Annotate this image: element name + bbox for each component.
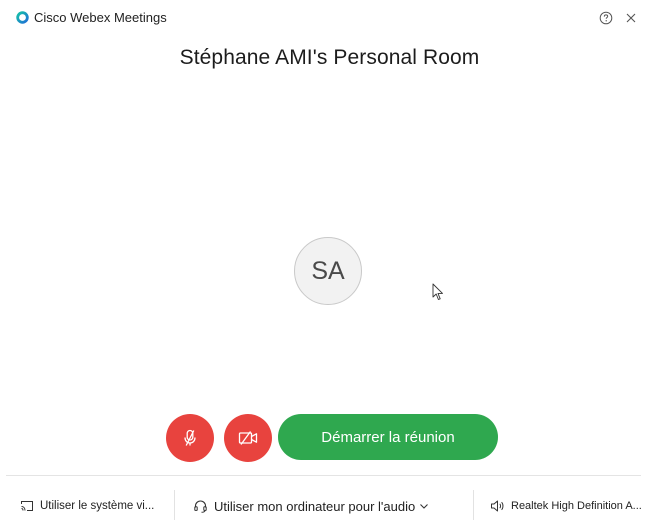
start-meeting-label: Démarrer la réunion bbox=[321, 428, 455, 446]
mouse-pointer-icon bbox=[432, 283, 443, 300]
personal-room-title: Stéphane AMI's Personal Room bbox=[179, 46, 480, 69]
toolbar-separator bbox=[473, 490, 474, 520]
microphone-muted-icon bbox=[184, 429, 196, 446]
headset-icon bbox=[194, 499, 207, 513]
avatar-initials: SA bbox=[311, 256, 345, 285]
help-icon[interactable] bbox=[599, 11, 613, 25]
avatar: SA bbox=[294, 237, 362, 305]
start-meeting-button[interactable]: Démarrer la réunion bbox=[278, 414, 498, 460]
speaker-icon bbox=[491, 500, 504, 512]
video-off-icon bbox=[238, 431, 258, 445]
stop-video-button[interactable] bbox=[224, 414, 272, 462]
speaker-device-button[interactable]: Realtek High Definition A... bbox=[490, 497, 642, 515]
title-bar: Cisco Webex Meetings bbox=[0, 0, 647, 34]
video-system-button[interactable]: Utiliser le système vi... bbox=[20, 497, 154, 515]
cast-screen-icon bbox=[21, 501, 33, 511]
chevron-down-icon bbox=[420, 504, 429, 509]
app-title: Cisco Webex Meetings bbox=[34, 10, 167, 25]
toolbar-separator bbox=[174, 490, 175, 520]
mute-button[interactable] bbox=[166, 414, 214, 462]
audio-option-label: Utiliser mon ordinateur pour l'audio bbox=[214, 498, 416, 514]
close-icon[interactable] bbox=[624, 11, 638, 25]
speaker-device-label: Realtek High Definition A... bbox=[511, 500, 642, 512]
webex-logo-icon bbox=[16, 11, 29, 24]
audio-connection-dropdown[interactable]: Utiliser mon ordinateur pour l'audio bbox=[193, 497, 429, 515]
video-system-label: Utiliser le système vi... bbox=[40, 500, 155, 512]
bottom-divider bbox=[6, 475, 641, 476]
webex-meeting-window: Cisco Webex Meetings Stéphane AMI's Pers… bbox=[0, 0, 647, 520]
